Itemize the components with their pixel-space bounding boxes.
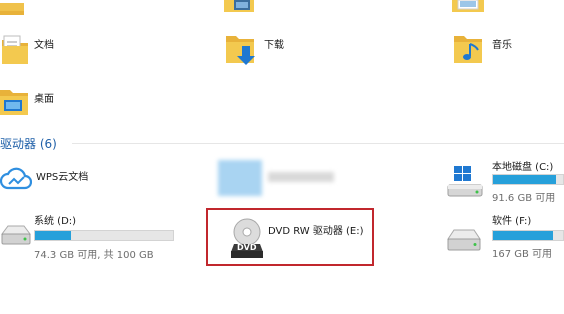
downloads-folder-icon bbox=[222, 32, 260, 68]
folder-documents[interactable]: 文档 bbox=[0, 30, 120, 70]
drive-label: WPS云文档 bbox=[36, 172, 89, 183]
section-title: 驱动器 (6) bbox=[0, 137, 57, 151]
drive-usage-fill bbox=[35, 231, 71, 240]
music-folder-icon bbox=[452, 32, 488, 68]
drive-free-text: 167 GB 可用 bbox=[492, 249, 553, 260]
drive-label: 本地磁盘 (C:) bbox=[492, 162, 554, 173]
drive-label: 软件 (F:) bbox=[492, 216, 532, 227]
drive-label: DVD RW 驱动器 (E:) bbox=[268, 226, 364, 237]
drive-usage-bar bbox=[492, 174, 564, 185]
partial-pictures-folder-icon[interactable] bbox=[452, 0, 488, 16]
redacted-drive-icon[interactable] bbox=[214, 156, 344, 198]
folder-label: 下载 bbox=[264, 40, 284, 51]
drive-f[interactable]: 软件 (F:) 167 GB 可用 bbox=[444, 210, 564, 260]
dvd-icon-text: DVD bbox=[237, 243, 257, 252]
windows-drive-icon bbox=[444, 166, 488, 200]
drive-usage-fill bbox=[493, 231, 553, 240]
section-divider bbox=[72, 143, 564, 144]
hard-drive-icon bbox=[446, 228, 482, 252]
folder-desktop[interactable]: 桌面 bbox=[0, 84, 120, 120]
cloud-icon bbox=[0, 164, 33, 194]
drive-usage-fill bbox=[493, 175, 556, 184]
drive-e-highlight[interactable]: DVD DVD RW 驱动器 (E:) bbox=[206, 208, 374, 266]
folder-music[interactable]: 音乐 bbox=[452, 30, 562, 70]
folder-downloads[interactable]: 下载 bbox=[222, 30, 342, 70]
drive-usage-bar bbox=[492, 230, 564, 241]
drive-d[interactable]: 系统 (D:) 74.3 GB 可用, 共 100 GB bbox=[0, 208, 180, 261]
partial-folder-icon-left[interactable] bbox=[0, 0, 26, 15]
drive-free-text: 74.3 GB 可用, 共 100 GB bbox=[34, 250, 154, 261]
drive-usage-bar bbox=[34, 230, 174, 241]
drive-label: 系统 (D:) bbox=[34, 216, 77, 227]
section-header-drives[interactable]: 驱动器 (6) bbox=[0, 135, 564, 151]
desktop-folder-icon bbox=[0, 86, 30, 118]
drive-free-text: 91.6 GB 可用 bbox=[492, 193, 556, 204]
folder-label: 音乐 bbox=[492, 40, 512, 51]
folder-label: 文档 bbox=[34, 40, 54, 51]
dvd-drive-icon: DVD bbox=[228, 218, 266, 260]
folder-label: 桌面 bbox=[34, 94, 54, 105]
drive-wps-cloud[interactable]: WPS云文档 bbox=[0, 162, 130, 198]
partial-videos-folder-icon[interactable] bbox=[222, 0, 258, 16]
hard-drive-icon bbox=[0, 224, 32, 246]
drive-c[interactable]: 本地磁盘 (C:) 91.6 GB 可用 bbox=[444, 158, 564, 204]
documents-folder-icon bbox=[0, 32, 30, 66]
